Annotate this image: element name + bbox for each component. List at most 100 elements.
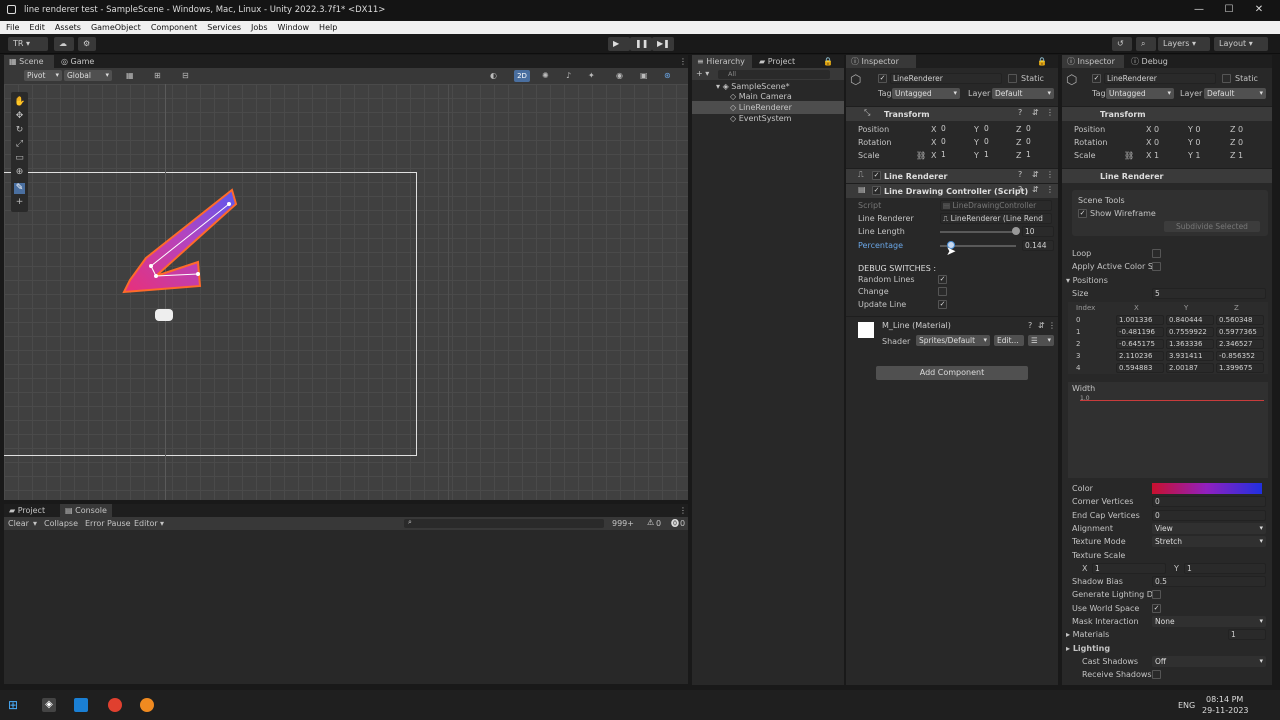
transform-header-2[interactable]: Transform	[1062, 106, 1272, 121]
play-button[interactable]: ▶	[608, 37, 630, 51]
snap-increment-icon[interactable]: ⊞	[154, 71, 161, 80]
random-lines-checkbox[interactable]: ✓	[938, 275, 947, 284]
clear-button[interactable]: Clear	[8, 519, 29, 528]
scale-z-field[interactable]: 1	[1024, 150, 1054, 161]
position-y-field[interactable]: 0	[982, 124, 1016, 135]
rotation-z-field[interactable]: 0	[1024, 137, 1054, 148]
context-menu-icon[interactable]: ⋮	[1048, 321, 1056, 330]
preset-icon[interactable]: ⇵	[1032, 185, 1039, 194]
table-cell[interactable]: 0.594883	[1116, 363, 1164, 373]
point-handle[interactable]	[196, 272, 200, 276]
close-button[interactable]: ✕	[1244, 2, 1274, 18]
global-dropdown[interactable]: Global	[64, 70, 112, 81]
shadowbias-field[interactable]: 0.5	[1152, 576, 1266, 588]
panel-menu-icon[interactable]: ⋮	[674, 55, 692, 68]
material-preview[interactable]	[858, 322, 874, 338]
console-menu-icon[interactable]: ⋮	[674, 504, 692, 517]
point-handle[interactable]	[149, 264, 153, 268]
lighting-foldout[interactable]: ▸ Lighting	[1066, 644, 1110, 653]
windows-start-icon[interactable]: ⊞	[8, 698, 22, 712]
editor-dropdown-icon[interactable]: ▾	[160, 519, 164, 528]
table-cell[interactable]: 3.931411	[1166, 351, 1214, 361]
object-name-field-2[interactable]: LineRenderer	[1104, 73, 1216, 84]
rect-tool-icon[interactable]: ▭	[14, 153, 25, 164]
line-length-field[interactable]: 10	[1022, 226, 1054, 237]
hierarchy-item-eventsystem[interactable]: ◇ EventSystem	[730, 112, 791, 125]
help-icon[interactable]: ?	[1018, 108, 1022, 117]
visibility-icon[interactable]: ◉	[616, 71, 623, 80]
transform-tool-icon[interactable]: ⊕	[14, 167, 25, 178]
texture-scale-y[interactable]: 1	[1184, 562, 1266, 574]
scale-y-2[interactable]: Y 1	[1188, 151, 1201, 160]
tab-scene[interactable]: ▦ Scene	[4, 55, 54, 68]
table-cell[interactable]: -0.481196	[1116, 327, 1164, 337]
menu-file[interactable]: File	[0, 21, 23, 32]
loop-checkbox[interactable]	[1152, 249, 1161, 258]
minimize-button[interactable]: —	[1184, 2, 1214, 18]
account-button[interactable]: TR ▾	[8, 37, 48, 51]
clear-dropdown-icon[interactable]: ▾	[33, 519, 37, 528]
color-gradient-field[interactable]	[1152, 483, 1262, 494]
static-checkbox-2[interactable]	[1222, 74, 1231, 83]
rotation-z-2[interactable]: Z 0	[1230, 138, 1243, 147]
texture-scale-x[interactable]: 1	[1092, 562, 1166, 574]
step-button[interactable]: ▶❚	[652, 37, 674, 51]
menu-window[interactable]: Window	[272, 21, 314, 32]
history-icon[interactable]: ↺	[1112, 37, 1132, 51]
scale-x-field[interactable]: 1	[939, 150, 973, 161]
tab-project-bottom[interactable]: ▰ Project	[4, 504, 58, 517]
camera-icon[interactable]: ▣	[640, 71, 648, 80]
tag-dropdown[interactable]: Untagged	[892, 88, 960, 99]
scale-y-field[interactable]: 1	[982, 150, 1016, 161]
table-cell[interactable]: 2.346527	[1216, 339, 1264, 349]
tag-dropdown-2[interactable]: Untagged	[1106, 88, 1174, 99]
position-y-2[interactable]: Y 0	[1188, 125, 1201, 134]
add-component-button[interactable]: Add Component	[876, 366, 1028, 380]
mask-dropdown[interactable]: None	[1152, 616, 1266, 627]
context-menu-icon[interactable]: ⋮	[1046, 185, 1054, 194]
tab-game[interactable]: ◎ Game	[56, 55, 104, 68]
rotation-y-2[interactable]: Y 0	[1188, 138, 1201, 147]
table-cell[interactable]: 2.110236	[1116, 351, 1164, 361]
layout-dropdown[interactable]: Layout ▾	[1214, 37, 1268, 51]
lr-ref-field[interactable]: ⎍ LineRenderer (Line Rend	[940, 213, 1052, 224]
show-wireframe-checkbox[interactable]: ✓	[1078, 209, 1087, 218]
error-pause-button[interactable]: Error Pause	[85, 519, 131, 528]
table-cell[interactable]: 1.399675	[1216, 363, 1264, 373]
layer-dropdown-2[interactable]: Default	[1204, 88, 1266, 99]
rotate-tool-icon[interactable]: ↻	[14, 125, 25, 136]
lock-icon[interactable]: 🔒	[1032, 55, 1052, 68]
menu-jobs[interactable]: Jobs	[245, 21, 272, 32]
context-menu-icon[interactable]: ⋮	[1046, 108, 1054, 117]
table-cell[interactable]: -0.856352	[1216, 351, 1264, 361]
cloud-icon[interactable]: ☁	[54, 37, 74, 51]
menu-assets[interactable]: Assets	[49, 21, 85, 32]
active-checkbox[interactable]: ✓	[878, 74, 887, 83]
preset-icon[interactable]: ⇵	[1032, 108, 1039, 117]
receive-checkbox[interactable]	[1152, 670, 1161, 680]
corner-field[interactable]: 0	[1152, 496, 1266, 508]
position-z-2[interactable]: Z 0	[1230, 125, 1243, 134]
scale-z-2[interactable]: Z 1	[1230, 151, 1243, 160]
camera-gizmo-icon[interactable]	[155, 309, 173, 321]
cast-dropdown[interactable]: Off	[1152, 655, 1266, 667]
materials-foldout[interactable]: ▸ Materials	[1066, 630, 1109, 639]
clock-date[interactable]: 29-11-2023	[1202, 706, 1249, 715]
language-indicator[interactable]: ENG	[1178, 701, 1195, 710]
clock-time[interactable]: 08:14 PM	[1206, 695, 1243, 704]
change-checkbox[interactable]	[938, 287, 947, 296]
snap-settings-icon[interactable]: ⊟	[182, 71, 189, 80]
pivot-dropdown[interactable]: Pivot	[24, 70, 62, 81]
shader-menu-dropdown[interactable]: ☰	[1028, 335, 1054, 346]
tab-project[interactable]: ▰ Project	[754, 55, 804, 68]
log-count[interactable]: 999+	[612, 519, 634, 528]
search-icon[interactable]: ⌕	[1136, 37, 1156, 51]
help-icon[interactable]: ?	[1028, 321, 1032, 330]
menu-component[interactable]: Component	[145, 21, 201, 32]
update-line-checkbox[interactable]: ✓	[938, 300, 947, 309]
move-tool-icon[interactable]: ✥	[14, 111, 25, 122]
chrome-taskbar-icon[interactable]	[108, 698, 122, 712]
table-cell[interactable]: 0.7559922	[1166, 327, 1214, 337]
menu-gameobject[interactable]: GameObject	[85, 21, 145, 32]
layer-dropdown[interactable]: Default	[992, 88, 1054, 99]
